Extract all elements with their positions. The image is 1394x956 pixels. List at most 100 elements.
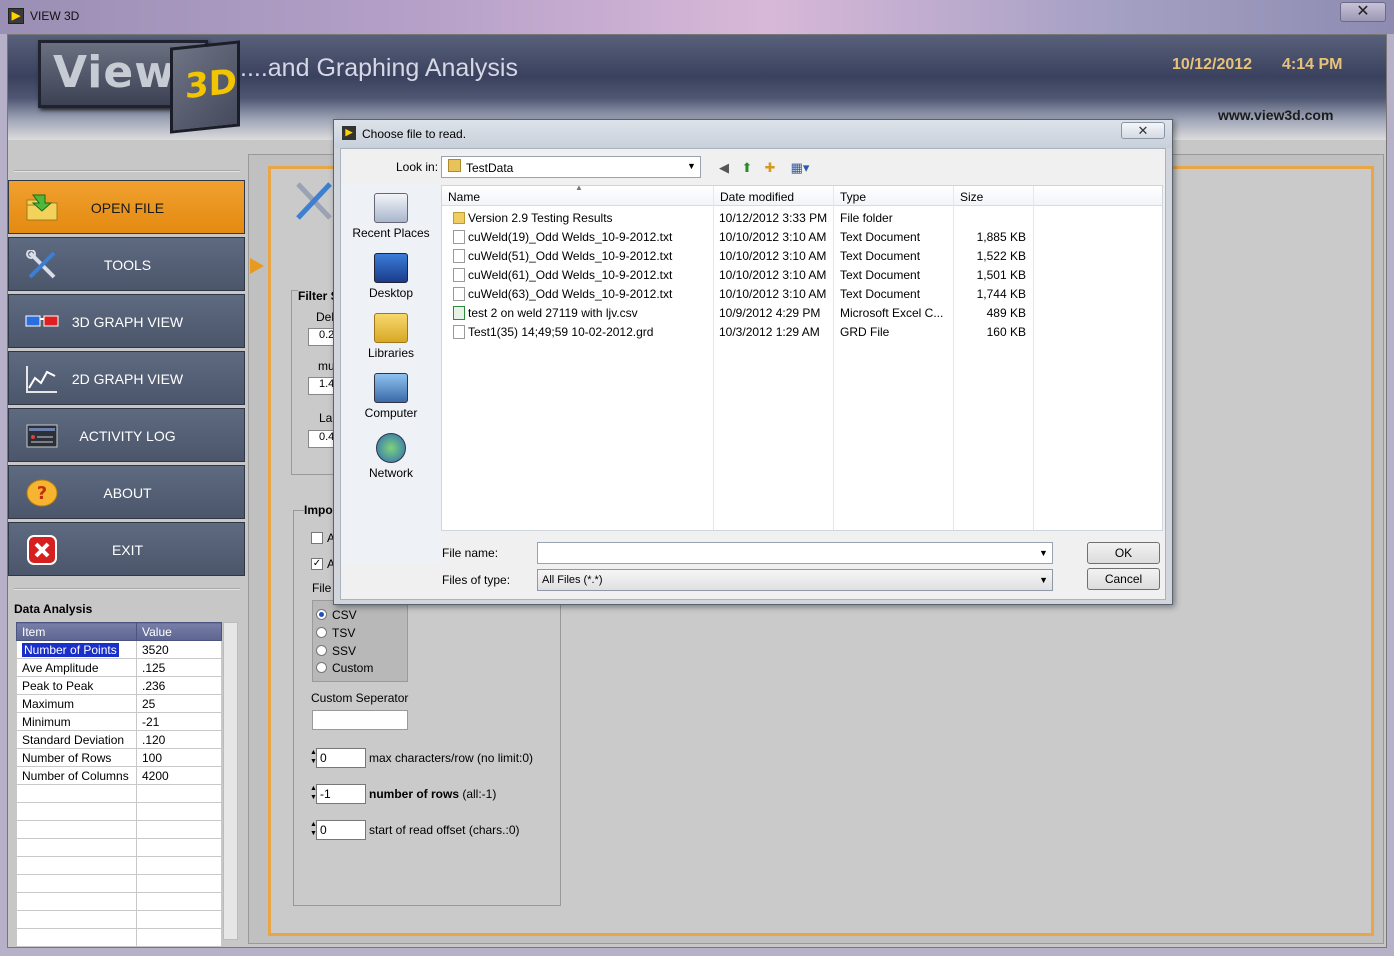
window-title: VIEW 3D bbox=[30, 9, 80, 23]
import-checkbox-1[interactable] bbox=[311, 532, 323, 544]
header-url: www.view3d.com bbox=[1218, 107, 1334, 123]
menu-3d-graph-view[interactable]: 3D GRAPH VIEW bbox=[8, 294, 245, 348]
cancel-button[interactable]: Cancel bbox=[1087, 568, 1160, 590]
dialog-close-button[interactable]: ✕ bbox=[1121, 122, 1165, 139]
radio-custom[interactable]: Custom bbox=[316, 661, 373, 675]
menu-open-file[interactable]: OPEN FILE bbox=[8, 180, 245, 234]
table-row[interactable]: Maximum 25 bbox=[16, 694, 222, 713]
cell-value[interactable]: 25 bbox=[136, 694, 222, 713]
cell-item[interactable]: Maximum bbox=[16, 694, 137, 713]
file-type: Microsoft Excel C... bbox=[840, 306, 944, 320]
place-computer[interactable]: Computer bbox=[341, 373, 441, 420]
window-close-button[interactable]: ✕ bbox=[1340, 2, 1386, 22]
table-row[interactable] bbox=[16, 802, 222, 821]
cell-value[interactable]: -21 bbox=[136, 712, 222, 731]
file-row[interactable]: cuWeld(19)_Odd Welds_10-9-2012.txt 10/10… bbox=[442, 228, 1162, 247]
dialog-title: Choose file to read. bbox=[362, 127, 467, 141]
custom-separator-label: Custom Seperator bbox=[311, 691, 409, 705]
column-date-modified[interactable]: Date modified bbox=[720, 190, 794, 204]
menu-activity-log[interactable]: ACTIVITY LOG bbox=[8, 408, 245, 462]
file-size: 489 KB bbox=[986, 306, 1026, 320]
menu-2d-graph-view[interactable]: 2D GRAPH VIEW bbox=[8, 351, 245, 405]
radio-csv[interactable]: CSV bbox=[316, 608, 357, 622]
table-row[interactable]: Standard Deviation .120 bbox=[16, 730, 222, 749]
ok-button[interactable]: OK bbox=[1087, 542, 1160, 564]
cell-item[interactable]: Minimum bbox=[16, 712, 137, 731]
cell-value[interactable]: 100 bbox=[136, 748, 222, 767]
custom-separator-input[interactable] bbox=[312, 710, 408, 730]
cell-value[interactable]: .120 bbox=[136, 730, 222, 749]
file-row[interactable]: test 2 on weld 27119 with ljv.csv 10/9/2… bbox=[442, 304, 1162, 323]
import-checkbox-2[interactable]: ✓ bbox=[311, 558, 323, 570]
column-size[interactable]: Size bbox=[960, 190, 983, 204]
look-in-dropdown[interactable]: TestData bbox=[441, 156, 701, 178]
cell-item[interactable]: Standard Deviation bbox=[16, 730, 137, 749]
table-row[interactable] bbox=[16, 838, 222, 857]
radio-icon bbox=[316, 645, 327, 656]
radio-icon bbox=[316, 627, 327, 638]
up-folder-icon[interactable]: ⬆ bbox=[738, 159, 756, 177]
table-row[interactable]: Ave Amplitude .125 bbox=[16, 658, 222, 677]
max-chars-label: max characters/row (no limit:0) bbox=[369, 751, 534, 765]
new-folder-icon[interactable]: ✚ bbox=[761, 159, 779, 177]
table-row[interactable] bbox=[16, 910, 222, 929]
cell-item[interactable]: Peak to Peak bbox=[16, 676, 137, 695]
column-type[interactable]: Type bbox=[840, 190, 866, 204]
file-name-input[interactable] bbox=[537, 542, 1053, 564]
cell-value[interactable]: 4200 bbox=[136, 766, 222, 785]
num-rows-label: number of rows (all:-1) bbox=[369, 787, 497, 801]
place-desktop[interactable]: Desktop bbox=[341, 253, 441, 300]
table-row[interactable] bbox=[16, 856, 222, 875]
file-date: 10/9/2012 4:29 PM bbox=[719, 306, 821, 320]
chevron-down-icon[interactable]: ▼ bbox=[687, 161, 696, 171]
dialog-body: Look in: TestData ▼ ◀ ⬆ ✚ ▦▾ Recent Plac… bbox=[340, 148, 1166, 600]
table-row[interactable] bbox=[16, 820, 222, 839]
menu-tools[interactable]: TOOLS bbox=[8, 237, 245, 291]
table-scrollbar[interactable] bbox=[223, 622, 238, 940]
file-row[interactable]: cuWeld(61)_Odd Welds_10-9-2012.txt 10/10… bbox=[442, 266, 1162, 285]
window-titlebar bbox=[0, 0, 1394, 34]
table-row[interactable]: Number of Columns 4200 bbox=[16, 766, 222, 785]
place-network[interactable]: Network bbox=[341, 433, 441, 480]
place-recent-places[interactable]: Recent Places bbox=[341, 193, 441, 240]
num-rows-input[interactable]: -1 bbox=[316, 784, 366, 804]
menu-exit[interactable]: EXIT bbox=[8, 522, 245, 576]
table-row[interactable]: Peak to Peak .236 bbox=[16, 676, 222, 695]
max-chars-input[interactable]: 0 bbox=[316, 748, 366, 768]
cell-item[interactable]: Number of Columns bbox=[16, 766, 137, 785]
cell-item[interactable]: Ave Amplitude bbox=[16, 658, 137, 677]
file-row[interactable]: Version 2.9 Testing Results 10/12/2012 3… bbox=[442, 209, 1162, 228]
cell-value[interactable]: .125 bbox=[136, 658, 222, 677]
file-type-dropdown[interactable]: All Files (*.*) ▼ bbox=[537, 569, 1053, 591]
radio-ssv[interactable]: SSV bbox=[316, 644, 356, 658]
file-size: 1,522 KB bbox=[976, 249, 1026, 263]
table-row[interactable] bbox=[16, 928, 222, 947]
cell-item[interactable]: Number of Rows bbox=[16, 748, 137, 767]
file-row[interactable]: cuWeld(63)_Odd Welds_10-9-2012.txt 10/10… bbox=[442, 285, 1162, 304]
cell-item[interactable]: Number of Points bbox=[16, 640, 137, 659]
table-row[interactable]: Number of Points 3520 bbox=[16, 640, 222, 659]
data-analysis-table: Item Value Number of Points 3520 Ave Ampl… bbox=[16, 622, 222, 947]
back-icon[interactable]: ◀ bbox=[715, 159, 733, 177]
view-menu-icon[interactable]: ▦▾ bbox=[787, 159, 813, 177]
places-bar: Recent Places Desktop Libraries Computer… bbox=[341, 183, 441, 563]
table-row[interactable] bbox=[16, 784, 222, 803]
table-row[interactable]: Minimum -21 bbox=[16, 712, 222, 731]
header-date: 10/12/2012 bbox=[1172, 56, 1253, 73]
file-name: Test1(35) 14;49;59 10-02-2012.grd bbox=[468, 325, 654, 339]
menu-about[interactable]: ? ABOUT bbox=[8, 465, 245, 519]
cell-value[interactable]: .236 bbox=[136, 676, 222, 695]
file-row[interactable]: cuWeld(51)_Odd Welds_10-9-2012.txt 10/10… bbox=[442, 247, 1162, 266]
chevron-down-icon[interactable]: ▼ bbox=[1039, 548, 1048, 558]
place-libraries[interactable]: Libraries bbox=[341, 313, 441, 360]
read-offset-input[interactable]: 0 bbox=[316, 820, 366, 840]
file-row[interactable]: Test1(35) 14;49;59 10-02-2012.grd 10/3/2… bbox=[442, 323, 1162, 342]
table-row[interactable]: Number of Rows 100 bbox=[16, 748, 222, 767]
column-name[interactable]: Name bbox=[448, 190, 480, 204]
cell-value[interactable]: 3520 bbox=[136, 640, 222, 659]
table-row[interactable] bbox=[16, 892, 222, 911]
table-row[interactable] bbox=[16, 874, 222, 893]
radio-tsv[interactable]: TSV bbox=[316, 626, 355, 640]
file-name-label: File name: bbox=[442, 546, 499, 560]
menu-divider bbox=[14, 170, 240, 172]
